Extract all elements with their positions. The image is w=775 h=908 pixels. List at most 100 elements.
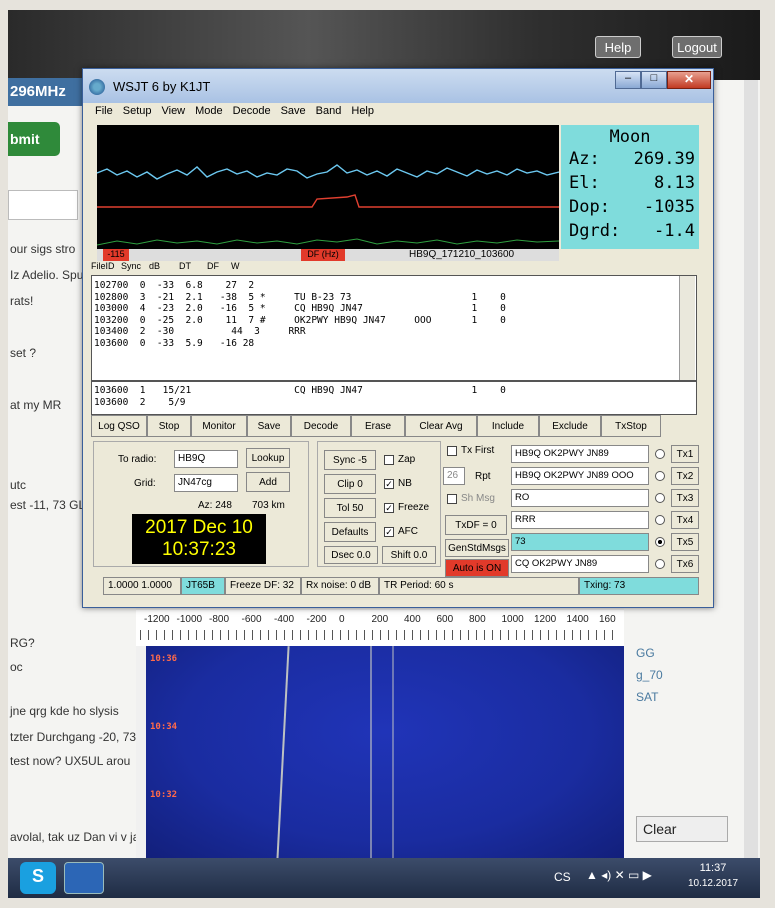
cmd-stop-button[interactable]: Stop	[147, 415, 191, 437]
auto-on-button[interactable]: Auto is ON	[445, 559, 509, 577]
lookup-button[interactable]: Lookup	[246, 448, 290, 468]
tx-radio-4[interactable]	[655, 515, 665, 525]
cmd-exclude-button[interactable]: Exclude	[539, 415, 601, 437]
window-title: WSJT 6 by K1JT	[113, 79, 211, 94]
clear-button[interactable]: Clear	[636, 816, 728, 842]
column-header: W	[231, 261, 240, 271]
taskbar: S CS ▲ ◂) ✕ ▭ ▶ 11:37 10.12.2017	[8, 858, 760, 898]
chat-message: jne qrg kde ho slysis	[10, 704, 119, 718]
tx-5-button[interactable]: Tx5	[671, 533, 699, 551]
page-scrollbar[interactable]	[744, 80, 758, 870]
tx-3-button[interactable]: Tx3	[671, 489, 699, 507]
menu-band[interactable]: Band	[316, 105, 342, 123]
txdf-button[interactable]: TxDF = 0	[445, 515, 507, 535]
close-button[interactable]: ✕	[667, 71, 711, 89]
to-radio-field[interactable]: HB9Q	[174, 450, 238, 468]
clip-spinner[interactable]: Clip 0	[324, 474, 376, 494]
menu-help[interactable]: Help	[351, 105, 374, 123]
minimize-button[interactable]: –	[615, 71, 641, 89]
menu-file[interactable]: File	[95, 105, 113, 123]
chat-message: utc	[10, 478, 27, 492]
tx-message-1[interactable]: HB9Q OK2PWY JN89	[511, 445, 649, 463]
wsjt-taskbar-icon[interactable]	[64, 862, 104, 894]
spectrum-display[interactable]	[96, 125, 560, 249]
tray-icons[interactable]: ▲ ◂) ✕ ▭ ▶	[586, 868, 652, 882]
shift-spinner[interactable]: Shift 0.0	[382, 546, 436, 564]
maximize-button[interactable]: □	[641, 71, 667, 89]
scale-label: 160	[599, 614, 616, 625]
logout-button[interactable]: Logout	[672, 36, 722, 58]
skype-icon[interactable]: S	[20, 862, 56, 894]
cmd-log-qso-button[interactable]: Log QSO	[91, 415, 147, 437]
sh-msg-checkbox[interactable]: Sh Msg	[447, 493, 495, 504]
df-label: DF (Hz)	[301, 249, 345, 261]
chat-input-box[interactable]	[8, 190, 78, 220]
cmd-include-button[interactable]: Include	[477, 415, 539, 437]
menu-setup[interactable]: Setup	[123, 105, 152, 123]
language-indicator[interactable]: CS	[554, 870, 571, 884]
tx-radio-2[interactable]	[655, 471, 665, 481]
frequency-tab[interactable]: 296MHz	[8, 78, 88, 106]
help-button[interactable]: Help	[595, 36, 641, 58]
tx-1-button[interactable]: Tx1	[671, 445, 699, 463]
cmd-decode-button[interactable]: Decode	[291, 415, 351, 437]
waterfall-time: 10:32	[150, 790, 178, 800]
zap-checkbox[interactable]: Zap	[384, 454, 415, 465]
defaults-button[interactable]: Defaults	[324, 522, 376, 542]
scale-label: -200	[306, 614, 327, 625]
title-bar[interactable]: WSJT 6 by K1JT – □ ✕	[83, 69, 713, 103]
menu-save[interactable]: Save	[281, 105, 306, 123]
column-header: DF	[207, 261, 219, 271]
tx-radio-6[interactable]	[655, 559, 665, 569]
tx-message-3[interactable]: RO	[511, 489, 649, 507]
cmd-save-button[interactable]: Save	[247, 415, 291, 437]
genstdmsgs-button[interactable]: GenStdMsgs	[445, 539, 509, 557]
tol-spinner[interactable]: Tol 50	[324, 498, 376, 518]
cmd-erase-button[interactable]: Erase	[351, 415, 405, 437]
add-button[interactable]: Add	[246, 472, 290, 492]
grid-field[interactable]: JN47cg	[174, 474, 238, 492]
tx-message-5[interactable]: 73	[511, 533, 649, 551]
sync-spinner[interactable]: Sync -5	[324, 450, 376, 470]
tx-radio-1[interactable]	[655, 449, 665, 459]
command-buttons: Log QSO Stop Monitor Save Decode Erase Clear A…	[91, 415, 701, 437]
averaged-text[interactable]: 103600 1 15/21 CQ HB9Q JN47 1 0 103600 2…	[91, 381, 697, 415]
cmd-clear-avg-button[interactable]: Clear Avg	[405, 415, 477, 437]
tx-4-button[interactable]: Tx4	[671, 511, 699, 529]
chat-message: oc	[10, 660, 23, 674]
to-radio-label: To radio:	[118, 454, 157, 465]
chat-message: at my MR	[10, 398, 62, 412]
menu-view[interactable]: View	[161, 105, 185, 123]
menu-decode[interactable]: Decode	[233, 105, 271, 123]
scale-label: 1000	[501, 614, 524, 625]
tx-message-6[interactable]: CQ OK2PWY JN89	[511, 555, 649, 573]
tx-message-4[interactable]: RRR	[511, 511, 649, 529]
afc-checkbox[interactable]: ✓ AFC	[384, 526, 418, 537]
cmd-txstop-button[interactable]: TxStop	[601, 415, 661, 437]
decoded-scrollbar[interactable]	[679, 276, 695, 380]
decoded-text[interactable]: 102700 0 -33 6.8 27 2 102800 3 -21 2.1 -…	[91, 275, 697, 381]
tx-2-button[interactable]: Tx2	[671, 467, 699, 485]
tx-message-2[interactable]: HB9Q OK2PWY JN89 OOO	[511, 467, 649, 485]
scale-label: -400	[274, 614, 295, 625]
decode-column-headers: FileID Sync dB DT DF W	[91, 261, 691, 275]
df-value: -115	[103, 249, 129, 261]
submit-button[interactable]: bmit	[8, 122, 60, 156]
rpt-field[interactable]: 26	[443, 467, 465, 485]
taskbar-time[interactable]: 11:37	[688, 862, 738, 874]
cmd-monitor-button[interactable]: Monitor	[191, 415, 247, 437]
scale-label: 800	[469, 614, 486, 625]
dsec-spinner[interactable]: Dsec 0.0	[324, 546, 378, 564]
moon-title: Moon	[609, 127, 651, 147]
menu-mode[interactable]: Mode	[195, 105, 223, 123]
tx-radio-5[interactable]	[655, 537, 665, 547]
waterfall-display[interactable]: 10:36 10:34 10:32	[146, 646, 624, 860]
tx-6-button[interactable]: Tx6	[671, 555, 699, 573]
wsjt-window: WSJT 6 by K1JT – □ ✕ File Setup View Mode De…	[82, 68, 714, 608]
nb-checkbox[interactable]: ✓ NB	[384, 478, 412, 489]
clock-date: 2017 Dec 10	[145, 517, 253, 538]
taskbar-date[interactable]: 10.12.2017	[678, 878, 748, 889]
tx-radio-3[interactable]	[655, 493, 665, 503]
tx-first-checkbox[interactable]: Tx First	[447, 445, 494, 456]
freeze-checkbox[interactable]: ✓ Freeze	[384, 502, 429, 513]
